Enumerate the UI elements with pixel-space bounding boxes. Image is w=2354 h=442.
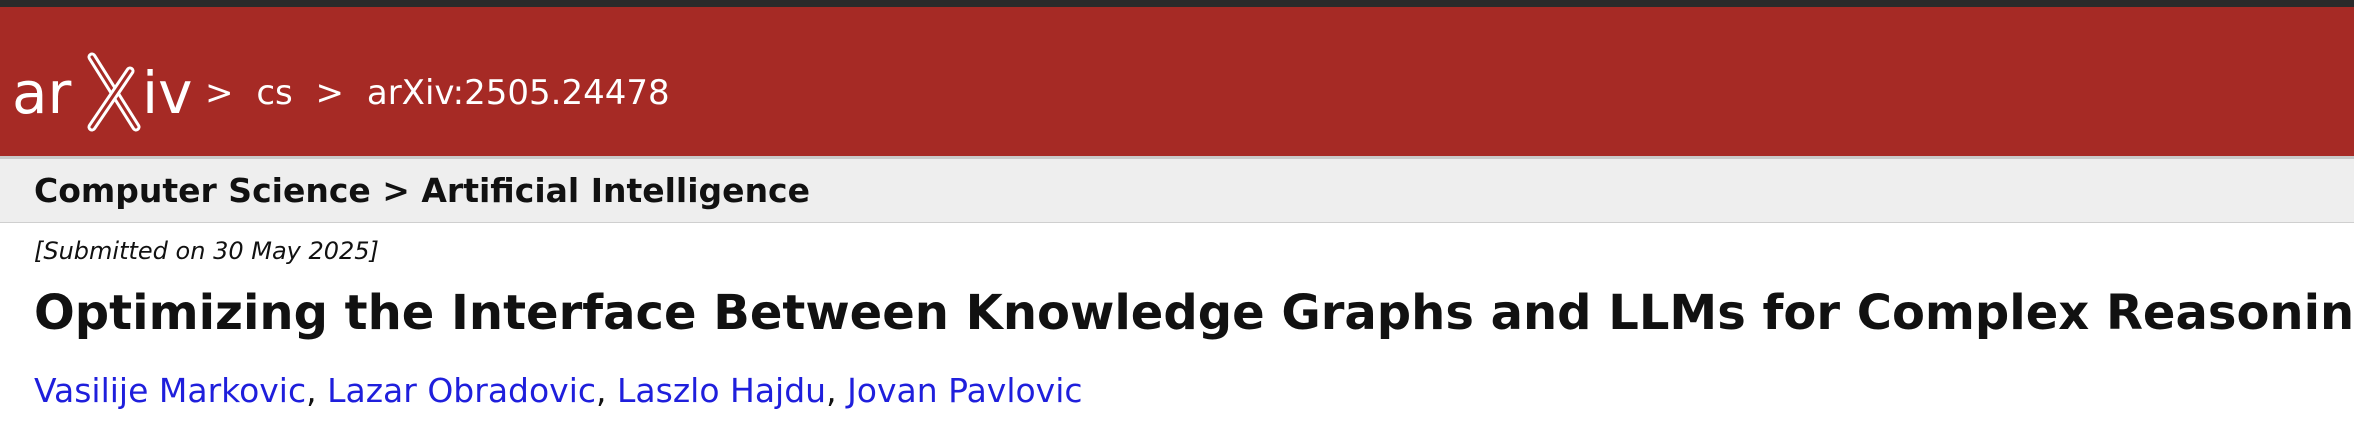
breadcrumb-separator: > — [205, 73, 234, 113]
author-link[interactable]: Laszlo Hajdu — [617, 371, 826, 410]
breadcrumb-paper-id: arXiv:2505.24478 — [366, 73, 670, 113]
top-strip — [0, 0, 2354, 7]
breadcrumb-cs-link[interactable]: cs — [256, 73, 292, 113]
svg-text:iv: iv — [142, 59, 192, 127]
subject-bar: Computer Science > Artificial Intelligen… — [0, 159, 2354, 223]
author-separator: , — [306, 371, 317, 410]
site-header: ar iv > cs > arXiv:2505.24478 — [0, 7, 2354, 159]
breadcrumb-separator: > — [315, 73, 345, 113]
author-separator: , — [826, 371, 837, 410]
subject-heading: Computer Science > Artificial Intelligen… — [34, 171, 810, 210]
arxiv-logo[interactable]: ar iv — [12, 45, 197, 137]
submission-date: [Submitted on 30 May 2025] — [34, 237, 379, 265]
author-link[interactable]: Lazar Obradovic — [327, 371, 596, 410]
svg-text:ar: ar — [12, 59, 72, 127]
paper-title: Optimizing the Interface Between Knowled… — [34, 285, 2354, 341]
author-link[interactable]: Vasilije Markovic — [34, 371, 306, 410]
author-separator: , — [596, 371, 607, 410]
author-link[interactable]: Jovan Pavlovic — [847, 371, 1082, 410]
breadcrumb: > cs > arXiv:2505.24478 — [205, 73, 682, 113]
author-list: Vasilije Markovic, Lazar Obradovic, Lasz… — [34, 371, 2354, 410]
paper-content: [Submitted on 30 May 2025] Optimizing th… — [0, 237, 2354, 410]
